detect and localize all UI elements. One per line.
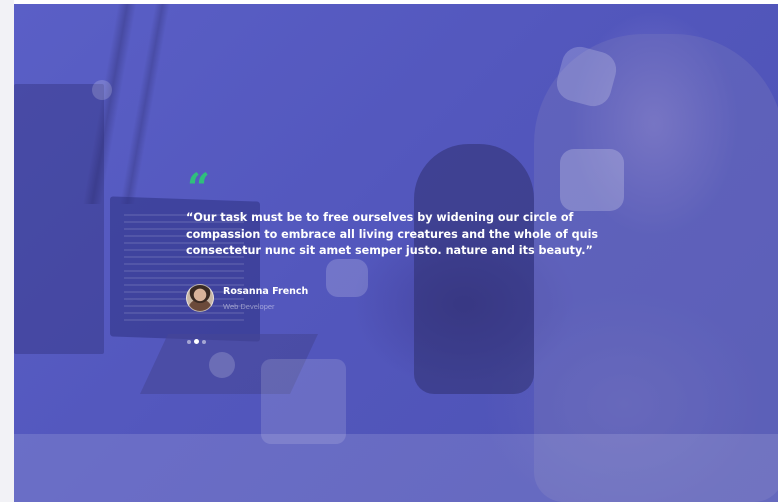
quote-icon: “	[187, 165, 211, 212]
author-role: Web Developer	[223, 301, 275, 311]
slider-dot[interactable]	[202, 339, 206, 344]
slider-dot[interactable]	[187, 339, 191, 344]
decorative-shape	[261, 359, 346, 444]
testimonial-author: Rosanna French Web Developer	[186, 284, 308, 312]
page-gutter	[0, 0, 14, 502]
decorative-shape	[92, 80, 112, 100]
desk-silhouette	[14, 434, 778, 502]
author-info: Rosanna French Web Developer	[223, 286, 308, 311]
decorative-shape	[326, 259, 368, 297]
monitor-silhouette	[14, 84, 104, 354]
avatar	[186, 284, 214, 312]
decorative-shape	[209, 352, 235, 378]
person-silhouette	[534, 34, 778, 502]
slider-dot[interactable]	[194, 339, 199, 344]
author-name: Rosanna French	[223, 285, 309, 297]
testimonial-section: “ “Our task must be to free ourselves by…	[14, 4, 778, 502]
decorative-shape	[560, 149, 624, 211]
testimonial-quote: “Our task must be to free ourselves by w…	[186, 211, 599, 257]
slider-pagination	[187, 339, 206, 344]
person-silhouette	[414, 144, 534, 394]
